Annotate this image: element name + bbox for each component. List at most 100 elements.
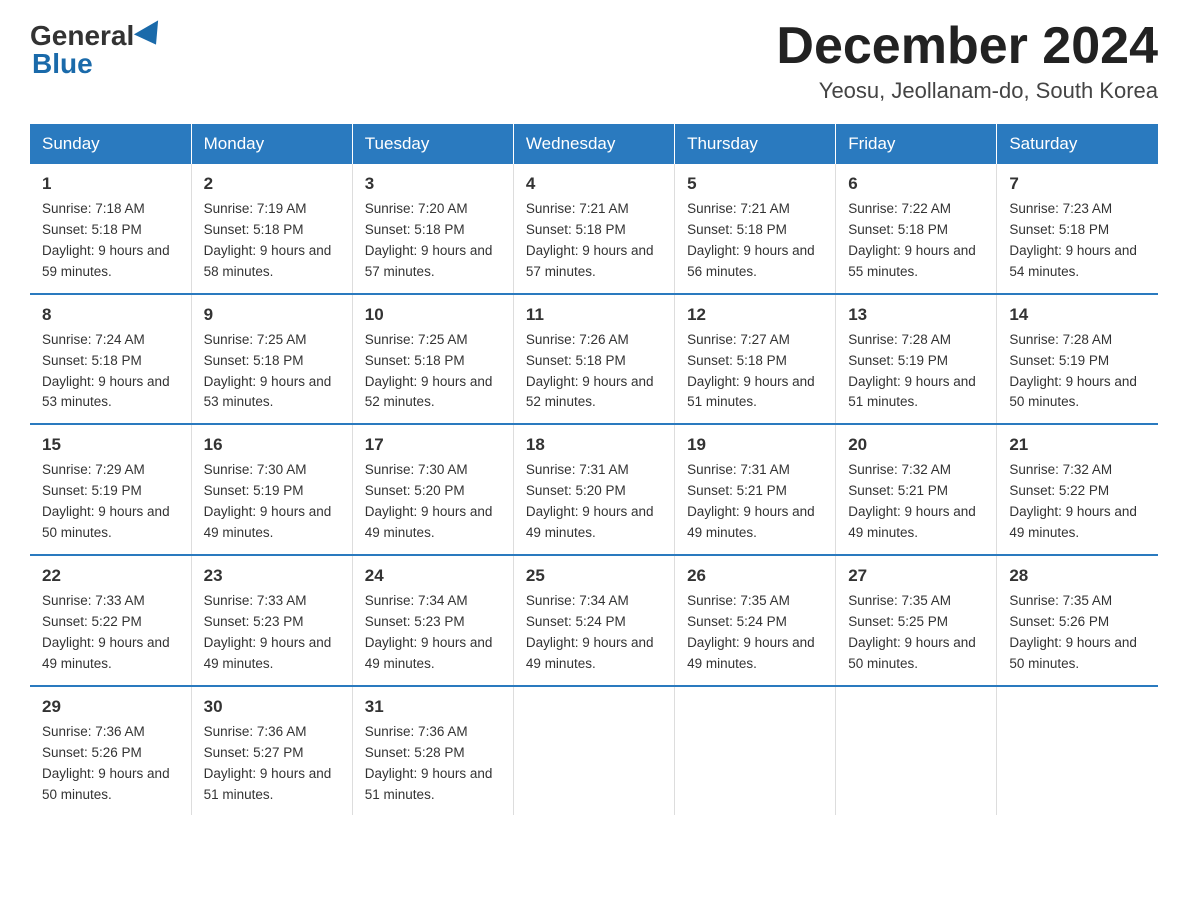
calendar-cell: 30 Sunrise: 7:36 AMSunset: 5:27 PMDaylig…	[191, 686, 352, 816]
calendar-cell: 29 Sunrise: 7:36 AMSunset: 5:26 PMDaylig…	[30, 686, 191, 816]
calendar-cell: 27 Sunrise: 7:35 AMSunset: 5:25 PMDaylig…	[836, 555, 997, 686]
calendar-table: SundayMondayTuesdayWednesdayThursdayFrid…	[30, 124, 1158, 815]
header-sunday: Sunday	[30, 124, 191, 164]
day-number: 17	[365, 435, 501, 455]
calendar-week-row: 29 Sunrise: 7:36 AMSunset: 5:26 PMDaylig…	[30, 686, 1158, 816]
day-number: 1	[42, 174, 179, 194]
day-number: 5	[687, 174, 823, 194]
day-info: Sunrise: 7:30 AMSunset: 5:20 PMDaylight:…	[365, 460, 501, 544]
calendar-week-row: 22 Sunrise: 7:33 AMSunset: 5:22 PMDaylig…	[30, 555, 1158, 686]
calendar-cell: 18 Sunrise: 7:31 AMSunset: 5:20 PMDaylig…	[513, 424, 674, 555]
day-number: 10	[365, 305, 501, 325]
calendar-week-row: 8 Sunrise: 7:24 AMSunset: 5:18 PMDayligh…	[30, 294, 1158, 425]
day-number: 19	[687, 435, 823, 455]
title-section: December 2024 Yeosu, Jeollanam-do, South…	[776, 20, 1158, 104]
day-info: Sunrise: 7:33 AMSunset: 5:22 PMDaylight:…	[42, 591, 179, 675]
day-number: 14	[1009, 305, 1146, 325]
day-info: Sunrise: 7:34 AMSunset: 5:24 PMDaylight:…	[526, 591, 662, 675]
day-number: 24	[365, 566, 501, 586]
calendar-cell: 6 Sunrise: 7:22 AMSunset: 5:18 PMDayligh…	[836, 164, 997, 294]
day-number: 22	[42, 566, 179, 586]
day-number: 15	[42, 435, 179, 455]
day-info: Sunrise: 7:22 AMSunset: 5:18 PMDaylight:…	[848, 199, 984, 283]
calendar-cell: 23 Sunrise: 7:33 AMSunset: 5:23 PMDaylig…	[191, 555, 352, 686]
calendar-cell: 17 Sunrise: 7:30 AMSunset: 5:20 PMDaylig…	[352, 424, 513, 555]
calendar-cell: 1 Sunrise: 7:18 AMSunset: 5:18 PMDayligh…	[30, 164, 191, 294]
day-info: Sunrise: 7:33 AMSunset: 5:23 PMDaylight:…	[204, 591, 340, 675]
day-number: 20	[848, 435, 984, 455]
day-info: Sunrise: 7:32 AMSunset: 5:21 PMDaylight:…	[848, 460, 984, 544]
day-number: 7	[1009, 174, 1146, 194]
day-info: Sunrise: 7:36 AMSunset: 5:27 PMDaylight:…	[204, 722, 340, 806]
day-info: Sunrise: 7:35 AMSunset: 5:24 PMDaylight:…	[687, 591, 823, 675]
day-number: 26	[687, 566, 823, 586]
calendar-week-row: 1 Sunrise: 7:18 AMSunset: 5:18 PMDayligh…	[30, 164, 1158, 294]
calendar-cell: 19 Sunrise: 7:31 AMSunset: 5:21 PMDaylig…	[675, 424, 836, 555]
day-info: Sunrise: 7:23 AMSunset: 5:18 PMDaylight:…	[1009, 199, 1146, 283]
day-info: Sunrise: 7:25 AMSunset: 5:18 PMDaylight:…	[204, 330, 340, 414]
day-info: Sunrise: 7:36 AMSunset: 5:26 PMDaylight:…	[42, 722, 179, 806]
calendar-cell: 7 Sunrise: 7:23 AMSunset: 5:18 PMDayligh…	[997, 164, 1158, 294]
day-number: 11	[526, 305, 662, 325]
calendar-cell	[836, 686, 997, 816]
day-number: 3	[365, 174, 501, 194]
day-info: Sunrise: 7:30 AMSunset: 5:19 PMDaylight:…	[204, 460, 340, 544]
day-number: 12	[687, 305, 823, 325]
header-saturday: Saturday	[997, 124, 1158, 164]
day-number: 4	[526, 174, 662, 194]
calendar-cell: 9 Sunrise: 7:25 AMSunset: 5:18 PMDayligh…	[191, 294, 352, 425]
calendar-cell: 5 Sunrise: 7:21 AMSunset: 5:18 PMDayligh…	[675, 164, 836, 294]
calendar-cell: 15 Sunrise: 7:29 AMSunset: 5:19 PMDaylig…	[30, 424, 191, 555]
calendar-cell: 26 Sunrise: 7:35 AMSunset: 5:24 PMDaylig…	[675, 555, 836, 686]
day-info: Sunrise: 7:35 AMSunset: 5:25 PMDaylight:…	[848, 591, 984, 675]
calendar-cell: 13 Sunrise: 7:28 AMSunset: 5:19 PMDaylig…	[836, 294, 997, 425]
day-info: Sunrise: 7:31 AMSunset: 5:20 PMDaylight:…	[526, 460, 662, 544]
day-number: 9	[204, 305, 340, 325]
day-info: Sunrise: 7:21 AMSunset: 5:18 PMDaylight:…	[687, 199, 823, 283]
day-number: 31	[365, 697, 501, 717]
calendar-cell	[997, 686, 1158, 816]
day-number: 28	[1009, 566, 1146, 586]
day-info: Sunrise: 7:35 AMSunset: 5:26 PMDaylight:…	[1009, 591, 1146, 675]
calendar-cell: 24 Sunrise: 7:34 AMSunset: 5:23 PMDaylig…	[352, 555, 513, 686]
day-number: 8	[42, 305, 179, 325]
header-tuesday: Tuesday	[352, 124, 513, 164]
day-number: 18	[526, 435, 662, 455]
day-number: 25	[526, 566, 662, 586]
header-wednesday: Wednesday	[513, 124, 674, 164]
day-info: Sunrise: 7:36 AMSunset: 5:28 PMDaylight:…	[365, 722, 501, 806]
logo-arrow-icon	[134, 20, 168, 51]
day-number: 16	[204, 435, 340, 455]
day-info: Sunrise: 7:28 AMSunset: 5:19 PMDaylight:…	[848, 330, 984, 414]
calendar-cell: 22 Sunrise: 7:33 AMSunset: 5:22 PMDaylig…	[30, 555, 191, 686]
day-info: Sunrise: 7:26 AMSunset: 5:18 PMDaylight:…	[526, 330, 662, 414]
day-info: Sunrise: 7:29 AMSunset: 5:19 PMDaylight:…	[42, 460, 179, 544]
day-number: 13	[848, 305, 984, 325]
day-info: Sunrise: 7:27 AMSunset: 5:18 PMDaylight:…	[687, 330, 823, 414]
calendar-cell: 20 Sunrise: 7:32 AMSunset: 5:21 PMDaylig…	[836, 424, 997, 555]
day-number: 6	[848, 174, 984, 194]
calendar-cell: 11 Sunrise: 7:26 AMSunset: 5:18 PMDaylig…	[513, 294, 674, 425]
calendar-header-row: SundayMondayTuesdayWednesdayThursdayFrid…	[30, 124, 1158, 164]
calendar-cell	[675, 686, 836, 816]
calendar-cell: 16 Sunrise: 7:30 AMSunset: 5:19 PMDaylig…	[191, 424, 352, 555]
calendar-cell: 10 Sunrise: 7:25 AMSunset: 5:18 PMDaylig…	[352, 294, 513, 425]
day-info: Sunrise: 7:32 AMSunset: 5:22 PMDaylight:…	[1009, 460, 1146, 544]
calendar-week-row: 15 Sunrise: 7:29 AMSunset: 5:19 PMDaylig…	[30, 424, 1158, 555]
calendar-cell: 12 Sunrise: 7:27 AMSunset: 5:18 PMDaylig…	[675, 294, 836, 425]
calendar-cell: 4 Sunrise: 7:21 AMSunset: 5:18 PMDayligh…	[513, 164, 674, 294]
day-info: Sunrise: 7:28 AMSunset: 5:19 PMDaylight:…	[1009, 330, 1146, 414]
calendar-cell: 3 Sunrise: 7:20 AMSunset: 5:18 PMDayligh…	[352, 164, 513, 294]
calendar-cell: 2 Sunrise: 7:19 AMSunset: 5:18 PMDayligh…	[191, 164, 352, 294]
day-info: Sunrise: 7:34 AMSunset: 5:23 PMDaylight:…	[365, 591, 501, 675]
calendar-cell: 31 Sunrise: 7:36 AMSunset: 5:28 PMDaylig…	[352, 686, 513, 816]
header-friday: Friday	[836, 124, 997, 164]
day-number: 21	[1009, 435, 1146, 455]
calendar-cell: 28 Sunrise: 7:35 AMSunset: 5:26 PMDaylig…	[997, 555, 1158, 686]
day-number: 29	[42, 697, 179, 717]
day-info: Sunrise: 7:19 AMSunset: 5:18 PMDaylight:…	[204, 199, 340, 283]
location-text: Yeosu, Jeollanam-do, South Korea	[776, 78, 1158, 104]
day-info: Sunrise: 7:25 AMSunset: 5:18 PMDaylight:…	[365, 330, 501, 414]
month-title: December 2024	[776, 20, 1158, 72]
calendar-cell: 25 Sunrise: 7:34 AMSunset: 5:24 PMDaylig…	[513, 555, 674, 686]
